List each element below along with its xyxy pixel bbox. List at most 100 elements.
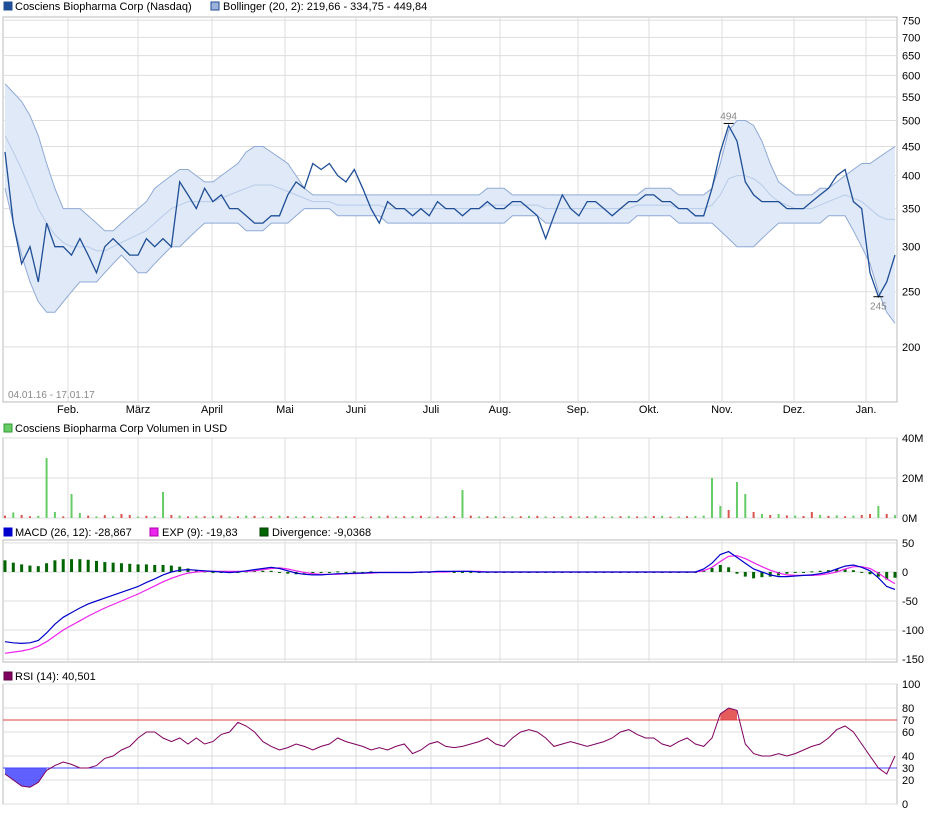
volume-bar bbox=[810, 512, 813, 518]
month-tick-11: Jan. bbox=[856, 404, 877, 416]
volume-bar bbox=[195, 515, 198, 518]
price-y-tick: 500 bbox=[902, 115, 920, 127]
month-tick-7: Sep. bbox=[567, 404, 590, 416]
volume-bar bbox=[702, 515, 705, 518]
month-tick-4: Juni bbox=[346, 404, 366, 416]
volume-bar bbox=[519, 516, 522, 518]
price-y-tick: 550 bbox=[902, 92, 920, 104]
date-range-label: 04.01.16 - 17.01.17 bbox=[8, 390, 95, 401]
volume-bar bbox=[569, 516, 572, 518]
volume-bar bbox=[594, 515, 597, 518]
volume-bar bbox=[461, 490, 464, 518]
divergence-bar bbox=[11, 562, 15, 572]
divergence-bar bbox=[327, 571, 331, 573]
divergence-bar bbox=[169, 565, 173, 572]
volume-bar bbox=[494, 516, 497, 518]
volume-bar bbox=[652, 516, 655, 518]
volume-bar bbox=[328, 516, 331, 518]
volume-bar bbox=[203, 516, 206, 518]
volume-bar bbox=[220, 515, 223, 518]
volume-bar bbox=[469, 515, 472, 518]
divergence-bar bbox=[793, 571, 797, 573]
macd-legend: MACD (26, 12): -28,867 EXP (9): -19,83 D… bbox=[3, 527, 371, 539]
volume-bar bbox=[544, 516, 547, 518]
volume-y-tick: 20M bbox=[902, 473, 923, 485]
volume-bar bbox=[78, 513, 81, 518]
volume-bar bbox=[286, 516, 289, 518]
rsi-y-tick: 20 bbox=[902, 775, 914, 787]
volume-bar bbox=[719, 506, 722, 518]
volume-bar bbox=[577, 516, 580, 518]
macd-y-tick: -100 bbox=[902, 625, 924, 637]
volume-bar bbox=[735, 482, 738, 518]
volume-bar bbox=[145, 515, 148, 518]
volume-bar bbox=[361, 516, 364, 518]
volume-bar bbox=[70, 494, 73, 518]
divergence-bar bbox=[319, 571, 323, 573]
rsi-30-label: 30 bbox=[902, 763, 914, 775]
volume-bar bbox=[20, 515, 23, 518]
price-y-tick: 650 bbox=[902, 51, 920, 63]
volume-bar bbox=[885, 514, 888, 518]
volume-bar bbox=[619, 516, 622, 518]
exp-legend-label: EXP (9): -19,83 bbox=[162, 527, 238, 539]
volume-bar bbox=[37, 515, 40, 518]
annotation-label-0: 494 bbox=[720, 111, 737, 122]
divergence-bar bbox=[61, 559, 65, 572]
macd-y-tick: 0 bbox=[902, 567, 908, 579]
divergence-bar bbox=[460, 571, 464, 573]
divergence-bar bbox=[727, 567, 731, 572]
price-y-tick: 350 bbox=[902, 204, 920, 216]
month-tick-2: April bbox=[201, 404, 223, 416]
volume-bar bbox=[869, 514, 872, 518]
volume-bar bbox=[411, 516, 414, 518]
volume-bar bbox=[677, 516, 680, 518]
volume-bar bbox=[711, 478, 714, 518]
volume-bar bbox=[95, 516, 98, 518]
divergence-bar bbox=[810, 571, 814, 573]
volume-bar bbox=[694, 516, 697, 518]
volume-bar bbox=[295, 516, 298, 518]
volume-bar bbox=[860, 515, 863, 518]
volume-bar bbox=[345, 516, 348, 518]
month-tick-6: Aug. bbox=[489, 404, 512, 416]
month-tick-0: Feb. bbox=[57, 404, 79, 416]
rsi-legend-swatch bbox=[3, 671, 13, 681]
rsi-legend-label: RSI (14): 40,501 bbox=[15, 671, 96, 683]
volume-bar bbox=[403, 516, 406, 518]
divergence-bar bbox=[103, 562, 107, 572]
divergence-bar bbox=[94, 560, 98, 572]
volume-bar bbox=[586, 516, 589, 518]
volume-bar bbox=[103, 515, 106, 518]
volume-bar bbox=[178, 515, 181, 518]
volume-bar bbox=[785, 515, 788, 518]
divergence-bar bbox=[136, 564, 140, 572]
volume-bar bbox=[137, 516, 140, 518]
divergence-bar bbox=[277, 571, 281, 573]
macd-legend-swatch bbox=[3, 527, 13, 537]
rsi-y-tick: 60 bbox=[902, 727, 914, 739]
divergence-bar bbox=[860, 571, 864, 573]
volume-bar bbox=[428, 516, 431, 518]
divergence-bar bbox=[802, 571, 806, 573]
volume-bar bbox=[486, 516, 489, 518]
month-tick-10: Dez. bbox=[783, 404, 806, 416]
volume-bar bbox=[835, 515, 838, 518]
volume-bar bbox=[320, 516, 323, 518]
divergence-bar bbox=[45, 563, 49, 572]
month-tick-8: Okt. bbox=[639, 404, 659, 416]
volume-bar bbox=[128, 515, 131, 518]
volume-bar bbox=[827, 515, 830, 518]
rsi-frame bbox=[2, 683, 898, 805]
volume-bar bbox=[112, 516, 115, 518]
rsi-legend: RSI (14): 40,501 bbox=[3, 671, 96, 683]
volume-bar bbox=[819, 515, 822, 518]
volume-bar bbox=[744, 494, 747, 518]
volume-bar bbox=[844, 516, 847, 518]
divergence-bar bbox=[144, 564, 148, 572]
divergence-bar bbox=[851, 570, 855, 572]
price-y-tick: 600 bbox=[902, 70, 920, 82]
price-y-tick: 200 bbox=[902, 342, 920, 354]
volume-bar bbox=[769, 515, 772, 518]
volume-bar bbox=[386, 515, 389, 518]
